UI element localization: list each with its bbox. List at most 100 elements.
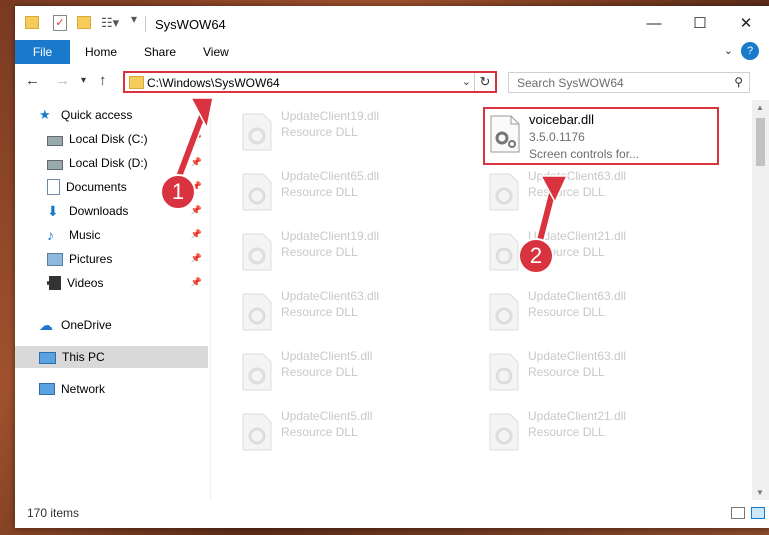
scroll-down-icon[interactable]: ▼ <box>756 488 764 497</box>
drive-icon <box>47 136 63 146</box>
help-icon[interactable]: ? <box>741 42 759 60</box>
sidebar-item-label: Quick access <box>61 108 133 122</box>
sidebar-item-videos[interactable]: Videos 📌 <box>15 272 208 294</box>
file-tile[interactable]: UpdateClient63.dll Resource DLL <box>231 286 471 338</box>
highlight-box-selected-file: voicebar.dll 3.5.0.1176 Screen controls … <box>483 107 719 165</box>
tab-view[interactable]: View <box>203 45 229 59</box>
sidebar-item-label: Pictures <box>69 252 113 266</box>
file-name: UpdateClient5.dll <box>281 349 373 363</box>
file-tile[interactable]: UpdateClient63.dll Resource DLL <box>478 286 718 338</box>
dll-file-icon <box>242 113 272 151</box>
dll-file-icon <box>489 173 519 211</box>
sidebar-item-label: Music <box>69 228 101 242</box>
file-tile-voicebar[interactable]: voicebar.dll 3.5.0.1176 Screen controls … <box>485 110 725 162</box>
minimize-button[interactable]: — <box>631 6 677 40</box>
tab-home[interactable]: Home <box>85 45 117 59</box>
refresh-icon[interactable]: ↻ <box>474 73 495 91</box>
computer-icon <box>39 351 56 364</box>
file-name: UpdateClient63.dll <box>528 289 627 303</box>
pin-icon[interactable]: 📌 <box>191 133 202 144</box>
file-tile[interactable]: UpdateClient65.dll Resource DLL <box>231 166 471 218</box>
search-input[interactable]: Search SysWOW64 ⚲ <box>508 72 750 93</box>
tab-share[interactable]: Share <box>144 45 176 59</box>
music-note-icon: ♪ <box>47 227 54 243</box>
file-type: Resource DLL <box>281 365 358 379</box>
tab-file[interactable]: File <box>15 40 70 64</box>
recent-locations-icon[interactable]: ▾ <box>81 75 86 86</box>
dll-file-icon <box>489 413 519 451</box>
sidebar-item-local-disk-d[interactable]: Local Disk (D:) 📌 <box>15 152 208 174</box>
window-title: SysWOW64 <box>155 17 226 32</box>
search-icon[interactable]: ⚲ <box>734 75 743 89</box>
file-name: UpdateClient5.dll <box>281 409 373 423</box>
address-path[interactable]: C:\Windows\SysWOW64 <box>147 76 280 90</box>
close-button[interactable]: ✕ <box>723 6 769 40</box>
file-tile[interactable]: UpdateClient63.dll Resource DLL <box>478 166 718 218</box>
details-view-icon[interactable] <box>731 507 745 519</box>
file-tile[interactable]: UpdateClient21.dll Resource DLL <box>478 406 718 458</box>
back-arrow-icon[interactable]: ← <box>25 72 40 89</box>
up-arrow-icon[interactable]: ↑ <box>99 72 107 89</box>
file-type: Resource DLL <box>281 425 358 439</box>
file-tile[interactable]: UpdateClient21.dll Resource DLL <box>478 226 718 278</box>
address-dropdown-icon[interactable]: ⌄ <box>462 75 471 88</box>
step-badge-2: 2 <box>518 238 554 274</box>
sidebar-item-network[interactable]: Network <box>15 378 208 400</box>
file-tile[interactable]: UpdateClient19.dll Resource DLL <box>231 226 471 278</box>
new-folder-icon[interactable] <box>77 16 91 29</box>
folder-icon <box>129 76 144 89</box>
pin-icon[interactable]: 📌 <box>191 277 202 288</box>
file-name: UpdateClient63.dll <box>528 349 627 363</box>
large-icons-view-icon[interactable] <box>751 507 765 519</box>
sidebar-item-label: Videos <box>67 276 104 290</box>
dll-file-icon <box>242 173 272 211</box>
dll-file-icon <box>242 293 272 331</box>
title-bar: ✓ ☷▾ ▾ SysWOW64 — ☐ ✕ <box>15 6 769 40</box>
file-name: UpdateClient65.dll <box>281 169 380 183</box>
quick-access-dropdown-icon[interactable]: ▾ <box>131 12 137 30</box>
explorer-window: ✓ ☷▾ ▾ SysWOW64 — ☐ ✕ File Home Share Vi… <box>15 6 769 528</box>
sidebar-item-this-pc[interactable]: This PC <box>15 346 208 368</box>
folder-icon <box>25 16 39 29</box>
dll-gear-file-icon <box>490 115 520 153</box>
file-tile[interactable]: UpdateClient63.dll Resource DLL <box>478 346 718 398</box>
sidebar-item-onedrive[interactable]: ☁ OneDrive <box>15 314 208 336</box>
file-tile[interactable]: UpdateClient5.dll Resource DLL <box>231 346 471 398</box>
sidebar-item-pictures[interactable]: Pictures 📌 <box>15 248 208 270</box>
customize-toolbar-icon[interactable]: ☷▾ <box>101 15 119 33</box>
documents-icon <box>47 179 60 195</box>
pin-icon[interactable]: 📌 <box>191 253 202 264</box>
pin-icon[interactable]: 📌 <box>191 205 202 216</box>
file-name: UpdateClient63.dll <box>281 289 380 303</box>
sidebar-item-label: This PC <box>62 350 105 364</box>
file-tile[interactable]: UpdateClient5.dll Resource DLL <box>231 406 471 458</box>
file-name: UpdateClient63.dll <box>528 169 627 183</box>
sidebar-item-label: Documents <box>66 180 127 194</box>
forward-arrow-icon[interactable]: → <box>55 72 70 89</box>
drive-icon <box>47 160 63 170</box>
cloud-icon: ☁ <box>39 317 53 333</box>
navigation-bar: ← → ▾ ↑ C:\Windows\SysWOW64 ⌄ ↻ Search S… <box>15 64 769 100</box>
sidebar-item-local-disk-c[interactable]: Local Disk (C:) 📌 <box>15 128 208 150</box>
vertical-scrollbar[interactable]: ▲ ▼ <box>752 100 769 500</box>
pin-icon[interactable]: 📌 <box>191 157 202 168</box>
address-bar[interactable]: C:\Windows\SysWOW64 ⌄ ↻ <box>123 71 497 93</box>
maximize-button[interactable]: ☐ <box>677 6 723 40</box>
dll-file-icon <box>242 353 272 391</box>
dll-file-icon <box>489 233 519 271</box>
scrollbar-thumb[interactable] <box>756 118 765 166</box>
sidebar-item-label: Network <box>61 382 106 396</box>
file-tile[interactable]: UpdateClient19.dll Resource DLL <box>231 106 471 158</box>
file-name: UpdateClient21.dll <box>528 409 627 423</box>
sidebar-item-quick-access[interactable]: ★ Quick access <box>15 104 208 126</box>
scroll-up-icon[interactable]: ▲ <box>756 103 764 112</box>
file-name: voicebar.dll <box>529 112 595 127</box>
file-name: UpdateClient19.dll <box>281 109 380 123</box>
star-icon: ★ <box>39 107 51 122</box>
pictures-icon <box>47 252 63 266</box>
search-placeholder: Search SysWOW64 <box>517 76 624 90</box>
expand-ribbon-icon[interactable]: ⌄ <box>724 44 733 57</box>
sidebar-item-music[interactable]: ♪ Music 📌 <box>15 224 208 246</box>
pin-icon[interactable]: 📌 <box>191 229 202 240</box>
properties-icon[interactable]: ✓ <box>53 15 67 31</box>
